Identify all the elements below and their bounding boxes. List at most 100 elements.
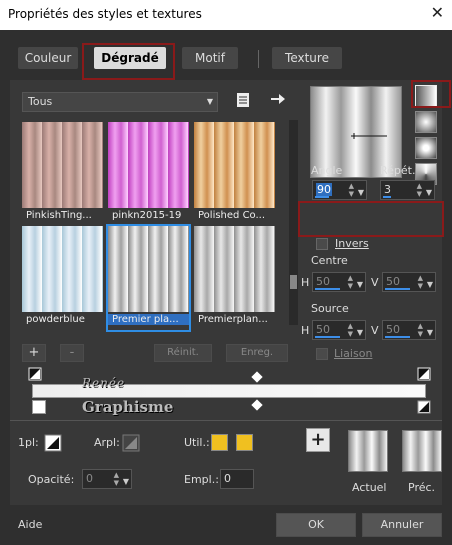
angle-slider-fill[interactable] [315, 196, 329, 198]
start-stop-bottom-handle[interactable] [32, 400, 46, 414]
footer: Aide OK Annuler [0, 507, 452, 545]
position-label: Empl.: [184, 473, 219, 486]
help-link[interactable]: Aide [18, 518, 42, 531]
linear-shape-icon[interactable] [415, 85, 437, 107]
gradient-center-handle[interactable] [349, 131, 389, 141]
gradient-thumbnail-label: PinkishTing... [26, 210, 92, 221]
center-v-label: V [371, 276, 379, 289]
opacity-value: 0 [86, 472, 93, 485]
center-v-input[interactable]: 50 ▲ ▼ ▼ [382, 272, 436, 292]
spin-arrows-icon[interactable]: ▲ ▼ [349, 182, 354, 198]
chevron-down-icon[interactable]: ▼ [358, 184, 364, 202]
gradient-swatch [22, 122, 103, 208]
center-h-input[interactable]: 50 ▲ ▼ ▼ [312, 272, 366, 292]
chevron-down-icon[interactable]: ▼ [427, 276, 433, 294]
window-title: Propriétés des styles et textures [8, 7, 202, 21]
gradient-thumbnail[interactable]: Premierplan... [194, 226, 275, 330]
tab-divider [258, 50, 259, 68]
gradient-thumbnail-label: pinkn2015-19 [112, 210, 182, 221]
center-v-slider-fill[interactable] [385, 288, 410, 290]
chevron-down-icon[interactable]: ▼ [426, 184, 432, 202]
remove-gradient-button[interactable]: - [60, 344, 84, 362]
repeat-input[interactable]: 3 ▲ ▼ ▼ [380, 180, 435, 200]
tab-bar: Couleur Dégradé Motif Texture [10, 42, 442, 74]
angle-value: 90 [316, 183, 332, 196]
tab-couleur[interactable]: Couleur [18, 47, 78, 69]
repeat-slider-fill[interactable] [383, 196, 391, 198]
user-color-swatch-2[interactable] [236, 434, 253, 451]
background-swatch-icon[interactable] [122, 434, 140, 452]
user-color-label: Util.: [184, 436, 210, 449]
spin-arrows-icon[interactable]: ▲ ▼ [348, 322, 353, 338]
close-icon[interactable]: ✕ [431, 3, 444, 22]
chevron-down-icon[interactable]: ▼ [357, 276, 363, 294]
tab-degrade[interactable]: Dégradé [94, 47, 166, 69]
add-gradient-button[interactable]: + [22, 344, 46, 362]
spin-arrows-icon[interactable]: ▲ ▼ [348, 274, 353, 290]
gradient-swatch [194, 122, 275, 208]
gradient-thumbnail[interactable]: Polished Co... [194, 122, 275, 226]
link-checkbox[interactable] [316, 348, 328, 360]
source-label: Source [311, 302, 349, 315]
chevron-down-icon[interactable]: ▼ [357, 324, 363, 342]
link-label: Liaison [334, 347, 373, 360]
source-h-value: 50 [316, 323, 330, 336]
current-preview[interactable] [348, 430, 388, 472]
gradient-thumbnail[interactable]: Premier pla... [106, 224, 191, 332]
position-value: 0 [224, 472, 231, 485]
arrow-right-icon[interactable] [270, 92, 286, 106]
reset-button[interactable]: Réinit. [154, 344, 212, 362]
source-h-slider-fill[interactable] [315, 336, 340, 338]
source-h-label: H [301, 324, 310, 337]
spin-arrows-icon[interactable]: ▲ ▼ [418, 274, 423, 290]
user-color-swatch[interactable] [211, 434, 228, 451]
center-h-slider-fill[interactable] [315, 288, 340, 290]
previous-label: Préc. [408, 481, 436, 494]
watermark-line1: Renée [82, 376, 126, 390]
dialog-window: Propriétés des styles et textures ✕ Coul… [0, 0, 452, 545]
source-h-input[interactable]: 50 ▲ ▼ ▼ [312, 320, 366, 340]
editor-divider [10, 420, 442, 421]
position-input[interactable]: 0 [220, 469, 254, 489]
tab-motif[interactable]: Motif [182, 47, 238, 69]
chevron-down-icon[interactable]: ▼ [427, 324, 433, 342]
gradient-thumbnail-label: powderblue [26, 314, 85, 325]
gradient-thumbnail[interactable]: powderblue [22, 226, 103, 330]
opacity-input[interactable]: 0 ▲ ▼ ▼ [82, 469, 132, 489]
gradient-swatch [108, 122, 189, 208]
add-preset-button[interactable]: + [306, 428, 330, 452]
end-stop-bottom-icon[interactable] [417, 400, 431, 414]
invert-checkbox[interactable] [316, 238, 328, 250]
spin-arrows-icon[interactable]: ▲ ▼ [114, 471, 119, 487]
cancel-button[interactable]: Annuler [362, 513, 442, 537]
spin-arrows-icon[interactable]: ▲ ▼ [417, 182, 422, 198]
gradient-thumbnail[interactable]: pinkn2015-19 [108, 122, 189, 226]
document-icon[interactable] [236, 92, 250, 108]
repeat-value: 3 [384, 183, 391, 196]
scrollbar-thumb[interactable] [290, 275, 297, 289]
radial-shape-icon[interactable] [415, 137, 437, 159]
category-dropdown[interactable]: Tous ▼ [22, 92, 218, 112]
repeat-label: Répét. [380, 164, 416, 177]
chevron-down-icon[interactable]: ▼ [123, 473, 129, 491]
spin-arrows-icon[interactable]: ▲ ▼ [418, 322, 423, 338]
save-button[interactable]: Enreg. [226, 344, 288, 362]
midpoint-bottom-handle[interactable] [251, 399, 263, 411]
end-stop-top-icon[interactable] [417, 367, 431, 381]
library-scrollbar[interactable] [289, 120, 298, 325]
angle-input[interactable]: 90 ▲ ▼ ▼ [312, 180, 367, 200]
gradient-thumbnail[interactable]: PinkishTing... [22, 122, 103, 226]
previous-preview[interactable] [402, 430, 442, 472]
rectangular-shape-icon[interactable] [415, 111, 437, 133]
start-stop-top-icon[interactable] [28, 367, 42, 381]
source-v-input[interactable]: 50 ▲ ▼ ▼ [382, 320, 436, 340]
tab-texture[interactable]: Texture [272, 47, 342, 69]
gradient-swatch [108, 226, 189, 312]
background-label: Arpl: [94, 436, 120, 449]
ok-button[interactable]: OK [276, 513, 356, 537]
foreground-swatch-icon[interactable] [44, 434, 62, 452]
main-panel: Tous ▼ PinkishTing... pinkn2015-19 Polishe… [10, 80, 451, 505]
midpoint-top-handle[interactable] [251, 371, 263, 383]
watermark-line2: Graphisme [82, 398, 174, 416]
source-v-slider-fill[interactable] [385, 336, 410, 338]
